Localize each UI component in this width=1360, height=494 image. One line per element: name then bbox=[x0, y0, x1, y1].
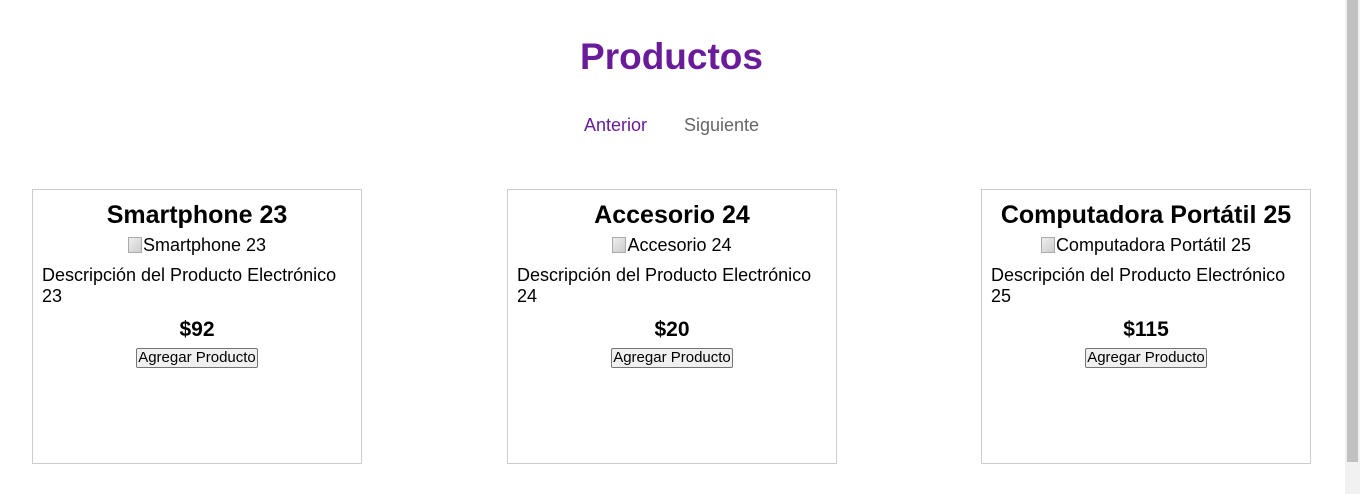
product-description: Descripción del Producto Electrónico 25 bbox=[991, 265, 1286, 306]
broken-image-icon bbox=[612, 237, 627, 253]
product-image-alt: Smartphone 23 bbox=[142, 235, 267, 255]
pagination: Anterior Siguiente bbox=[0, 115, 1343, 136]
page-title: Productos bbox=[580, 36, 763, 77]
prev-page-link[interactable]: Anterior bbox=[584, 115, 647, 136]
product-description: Descripción del Producto Electrónico 24 bbox=[517, 265, 812, 306]
vertical-scrollbar[interactable] bbox=[1345, 0, 1360, 494]
product-card: Computadora Portátil 25 Computadora Port… bbox=[981, 189, 1311, 464]
product-price: $92 bbox=[179, 318, 215, 341]
product-card: Accesorio 24 Accesorio 24 Descripción de… bbox=[507, 189, 837, 464]
add-product-button[interactable]: Agregar Producto bbox=[1085, 348, 1207, 368]
add-product-button[interactable]: Agregar Producto bbox=[136, 348, 258, 368]
product-name: Smartphone 23 bbox=[106, 201, 288, 229]
product-name: Computadora Portátil 25 bbox=[1000, 201, 1292, 229]
product-image: Accesorio 24 bbox=[508, 235, 836, 255]
product-card: Smartphone 23 Smartphone 23 Descripción … bbox=[32, 189, 362, 464]
product-image: Computadora Portátil 25 bbox=[982, 235, 1310, 255]
add-product-button[interactable]: Agregar Producto bbox=[611, 348, 733, 368]
product-price: $115 bbox=[1123, 318, 1169, 341]
broken-image-icon bbox=[127, 237, 142, 253]
scrollbar-thumb[interactable] bbox=[1347, 0, 1358, 462]
product-price: $20 bbox=[654, 318, 690, 341]
broken-image-icon bbox=[1040, 237, 1055, 253]
next-page-link[interactable]: Siguiente bbox=[684, 115, 759, 136]
product-image-alt: Computadora Portátil 25 bbox=[1055, 235, 1252, 255]
product-description: Descripción del Producto Electrónico 23 bbox=[42, 265, 337, 306]
page: Productos Anterior Siguiente Smartphone … bbox=[0, 0, 1345, 494]
product-name: Accesorio 24 bbox=[594, 201, 750, 229]
product-image: Smartphone 23 bbox=[33, 235, 361, 255]
product-image-alt: Accesorio 24 bbox=[627, 235, 732, 255]
